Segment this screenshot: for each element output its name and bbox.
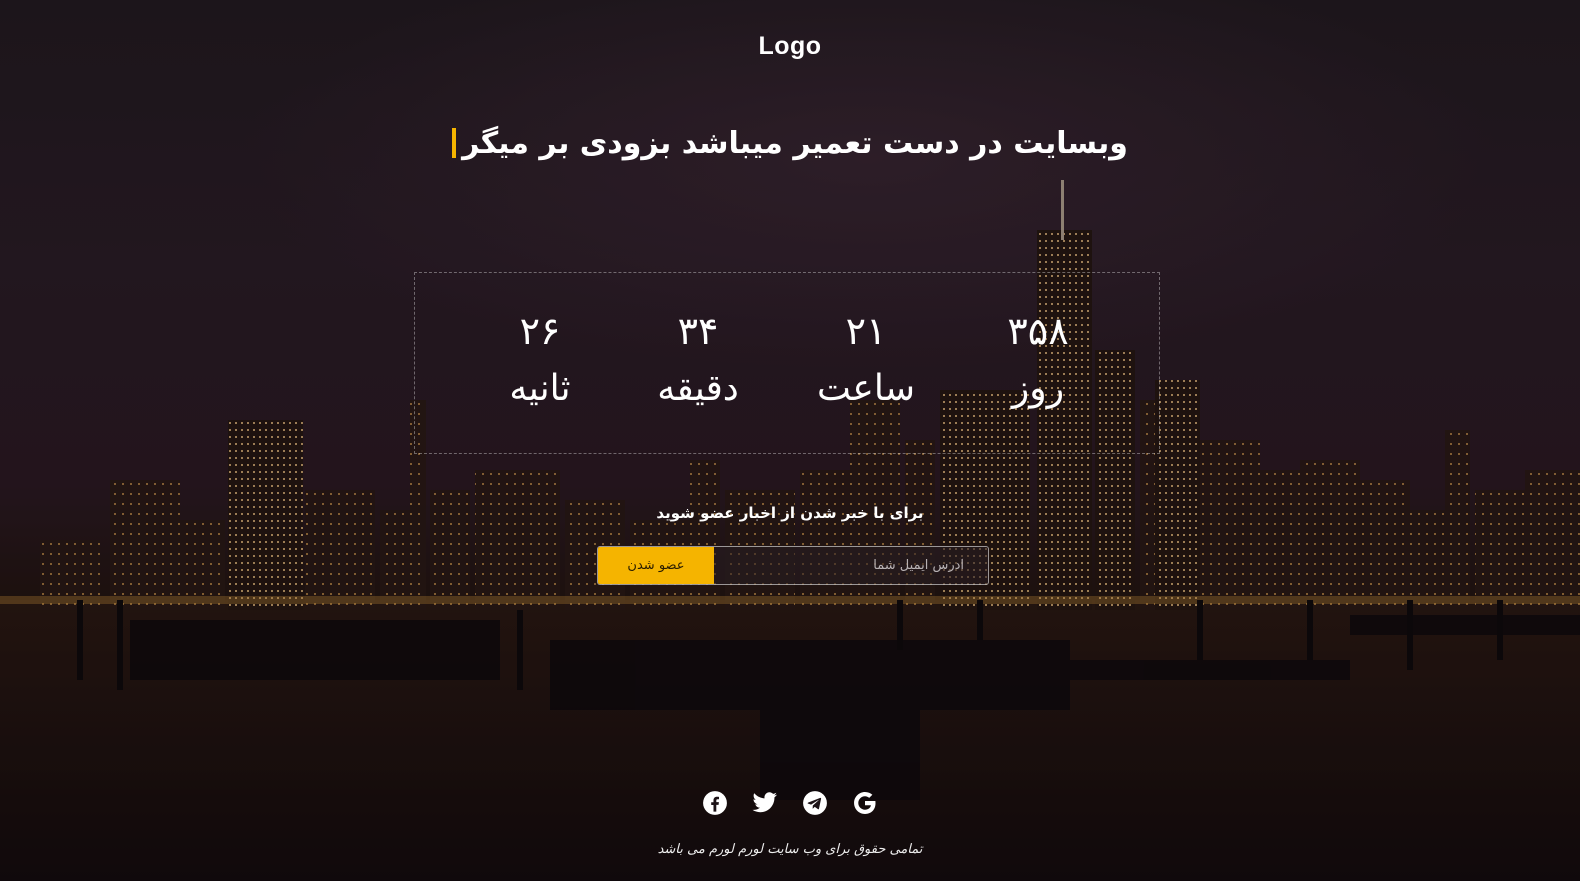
days-label: روز	[1011, 368, 1065, 409]
page-title: وبسایت در دست تعمیر میباشد بزودی بر میگر	[0, 126, 1580, 161]
hours-value: ۲۱	[845, 309, 887, 353]
hours-label: ساعت	[817, 368, 915, 409]
countdown-box: ۳۵۸ روز ۲۱ ساعت ۳۴ دقیقه ۲۶ ثانیه	[414, 272, 1160, 454]
social-links	[0, 790, 1580, 816]
seconds-value: ۲۶	[519, 309, 561, 353]
facebook-icon[interactable]	[702, 790, 728, 816]
subscribe-prompt: برای با خبر شدن از اخبار عضو شوید	[656, 504, 924, 522]
minutes-label: دقیقه	[657, 368, 739, 409]
countdown-seconds: ۲۶ ثانیه	[475, 309, 605, 411]
minutes-value: ۳۴	[677, 309, 719, 353]
seconds-label: ثانیه	[509, 368, 571, 409]
logo[interactable]: Logo	[0, 32, 1580, 61]
telegram-icon[interactable]	[802, 790, 828, 816]
subscribe-form: عضو شدن	[597, 546, 989, 585]
countdown-minutes: ۳۴ دقیقه	[633, 309, 763, 411]
join-button[interactable]: عضو شدن	[598, 547, 714, 584]
countdown-hours: ۲۱ ساعت	[801, 309, 931, 411]
email-field[interactable]	[714, 547, 988, 584]
google-icon[interactable]	[852, 790, 878, 816]
twitter-icon[interactable]	[752, 790, 778, 816]
countdown-days: ۳۵۸ روز	[973, 309, 1103, 411]
page-content: Logo وبسایت در دست تعمیر میباشد بزودی بر…	[0, 0, 1580, 881]
typing-cursor	[452, 128, 457, 158]
days-value: ۳۵۸	[1007, 309, 1069, 353]
headline-text: وبسایت در دست تعمیر میباشد بزودی بر میگر	[462, 126, 1128, 161]
copyright-text: تمامی حقوق برای وب سایت لورم لورم می باش…	[657, 842, 923, 857]
